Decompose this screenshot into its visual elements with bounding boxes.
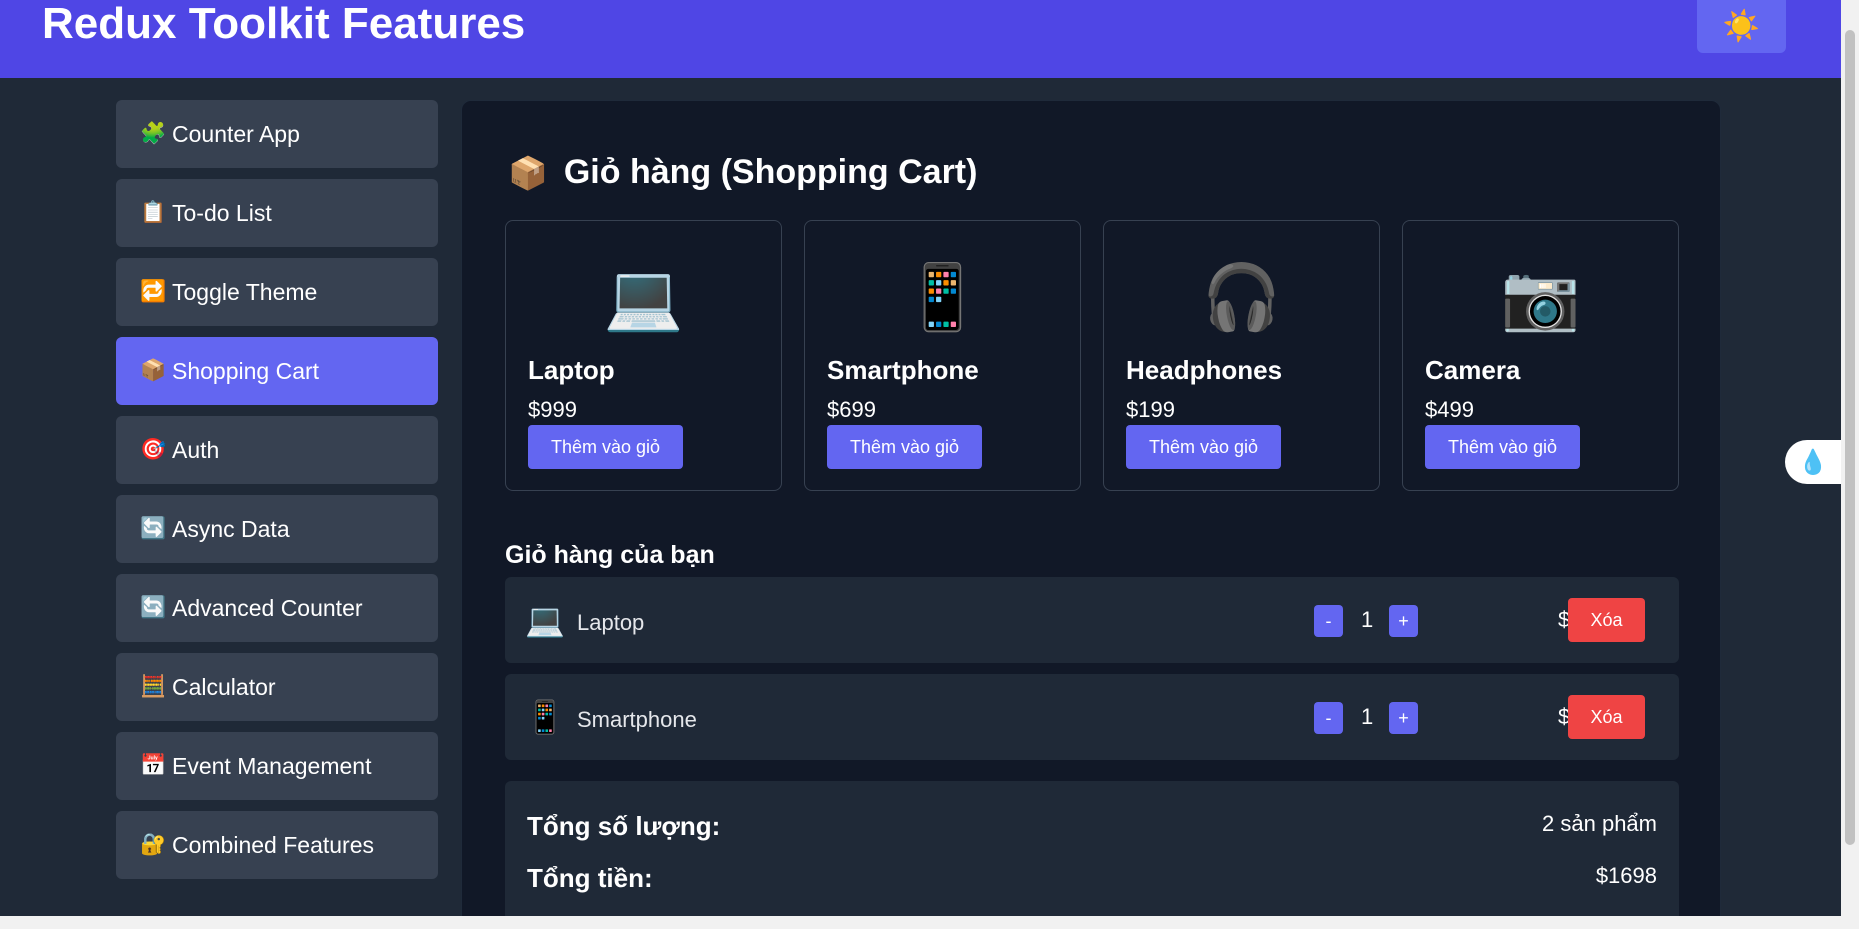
product-name: Laptop xyxy=(528,355,615,385)
headphones-icon: 🎧 xyxy=(1201,261,1282,333)
droplet-icon: 💧 xyxy=(1798,448,1828,476)
puzzle-icon: 🧩 xyxy=(140,122,167,145)
app-title: Redux Toolkit Features xyxy=(42,0,526,48)
sidebar-item-advanced-counter[interactable]: 🔄 Advanced Counter xyxy=(116,574,438,642)
sidebar-item-async-data[interactable]: 🔄 Async Data xyxy=(116,495,438,563)
smartphone-icon: 📱 xyxy=(902,261,983,333)
product-card: 📷 Camera $499 Thêm vào giỏ xyxy=(1402,220,1679,491)
cart-heading: Giỏ hàng của bạn xyxy=(505,541,715,569)
cart-item-quantity: 1 xyxy=(1361,704,1374,729)
sidebar-item-label: Advanced Counter xyxy=(172,594,363,621)
sun-icon: ☀️ xyxy=(1722,10,1761,43)
page-title-text: Giỏ hàng (Shopping Cart) xyxy=(563,153,978,191)
cart-item-row: 📱 Smartphone - 1 + $699 Xóa xyxy=(505,674,1679,760)
sidebar-item-label: Toggle Theme xyxy=(172,278,318,305)
total-quantity-label: Tổng số lượng: xyxy=(527,811,721,841)
scrollbar-thumb[interactable] xyxy=(1845,30,1855,845)
product-price: $699 xyxy=(827,397,876,422)
cart-item-name: Smartphone xyxy=(577,707,697,732)
product-price: $999 xyxy=(528,397,577,422)
sidebar-item-label: Auth xyxy=(172,436,220,463)
product-price: $199 xyxy=(1126,397,1175,422)
theme-toggle-button[interactable]: ☀️ xyxy=(1697,0,1786,53)
product-name: Camera xyxy=(1425,355,1521,385)
product-price: $499 xyxy=(1425,397,1474,422)
sidebar: 🧩 Counter App 📋 To-do List 🔁 Toggle Them… xyxy=(116,100,438,890)
increase-quantity-button[interactable]: + xyxy=(1389,702,1418,734)
remove-item-button[interactable]: Xóa xyxy=(1568,598,1645,642)
product-card: 📱 Smartphone $699 Thêm vào giỏ xyxy=(804,220,1081,491)
add-to-cart-button[interactable]: Thêm vào giỏ xyxy=(1425,425,1580,469)
floating-assistant-button[interactable]: 💧 xyxy=(1785,440,1841,484)
sidebar-item-label: Calculator xyxy=(172,673,276,700)
clipboard-icon: 📋 xyxy=(140,201,167,224)
package-icon: 📦 xyxy=(140,359,167,382)
lock-icon: 🔐 xyxy=(140,833,167,856)
laptop-icon: 💻 xyxy=(525,602,565,638)
decrease-quantity-button[interactable]: - xyxy=(1314,702,1343,734)
sidebar-item-event-management[interactable]: 📅 Event Management xyxy=(116,732,438,800)
product-name: Smartphone xyxy=(827,355,979,385)
laptop-icon: 💻 xyxy=(603,261,684,333)
horizontal-scrollbar xyxy=(0,916,1859,929)
shopping-cart-panel: 📦 Giỏ hàng (Shopping Cart) 💻 Laptop $999… xyxy=(461,100,1721,929)
product-card: 🎧 Headphones $199 Thêm vào giỏ xyxy=(1103,220,1380,491)
cart-item-row: 💻 Laptop - 1 + $999 Xóa xyxy=(505,577,1679,663)
add-to-cart-button[interactable]: Thêm vào giỏ xyxy=(1126,425,1281,469)
sidebar-item-label: Async Data xyxy=(172,515,290,542)
cart-summary: Tổng số lượng: 2 sản phẩm Tổng tiền: $16… xyxy=(505,781,1679,929)
refresh-icon: 🔄 xyxy=(140,517,167,540)
page-title: 📦 Giỏ hàng (Shopping Cart) xyxy=(508,153,977,192)
product-list: 💻 Laptop $999 Thêm vào giỏ 📱 Smartphone … xyxy=(505,220,1679,491)
increase-quantity-button[interactable]: + xyxy=(1389,605,1418,637)
sidebar-item-shopping-cart[interactable]: 📦 Shopping Cart xyxy=(116,337,438,405)
camera-icon: 📷 xyxy=(1500,261,1581,333)
abacus-icon: 🧮 xyxy=(140,675,167,698)
target-icon: 🎯 xyxy=(140,438,167,461)
calendar-icon: 📅 xyxy=(140,754,167,777)
sidebar-item-label: Combined Features xyxy=(172,831,374,858)
sidebar-item-combined-features[interactable]: 🔐 Combined Features xyxy=(116,811,438,879)
cart-item-name: Laptop xyxy=(577,610,645,635)
sidebar-item-label: Counter App xyxy=(172,120,300,147)
add-to-cart-button[interactable]: Thêm vào giỏ xyxy=(827,425,982,469)
sidebar-item-label: To-do List xyxy=(172,199,272,226)
sidebar-item-calculator[interactable]: 🧮 Calculator xyxy=(116,653,438,721)
repeat-icon: 🔁 xyxy=(140,280,167,303)
sidebar-item-todo-list[interactable]: 📋 To-do List xyxy=(116,179,438,247)
package-icon: 📦 xyxy=(508,154,548,191)
sidebar-item-label: Event Management xyxy=(172,752,372,779)
decrease-quantity-button[interactable]: - xyxy=(1314,605,1343,637)
sidebar-item-auth[interactable]: 🎯 Auth xyxy=(116,416,438,484)
product-name: Headphones xyxy=(1126,355,1283,385)
sidebar-item-label: Shopping Cart xyxy=(172,357,320,384)
total-price-label: Tổng tiền: xyxy=(527,863,653,893)
refresh-icon: 🔄 xyxy=(140,596,167,619)
remove-item-button[interactable]: Xóa xyxy=(1568,695,1645,739)
add-to-cart-button[interactable]: Thêm vào giỏ xyxy=(528,425,683,469)
product-card: 💻 Laptop $999 Thêm vào giỏ xyxy=(505,220,782,491)
app-header: Redux Toolkit Features ☀️ xyxy=(0,0,1841,78)
smartphone-icon: 📱 xyxy=(525,699,565,735)
sidebar-item-counter-app[interactable]: 🧩 Counter App xyxy=(116,100,438,168)
total-price-value: $1698 xyxy=(1595,863,1657,888)
scrollbar[interactable] xyxy=(1841,0,1859,916)
sidebar-item-toggle-theme[interactable]: 🔁 Toggle Theme xyxy=(116,258,438,326)
total-quantity-value: 2 sản phẩm xyxy=(1542,811,1657,836)
cart-item-quantity: 1 xyxy=(1361,607,1374,632)
